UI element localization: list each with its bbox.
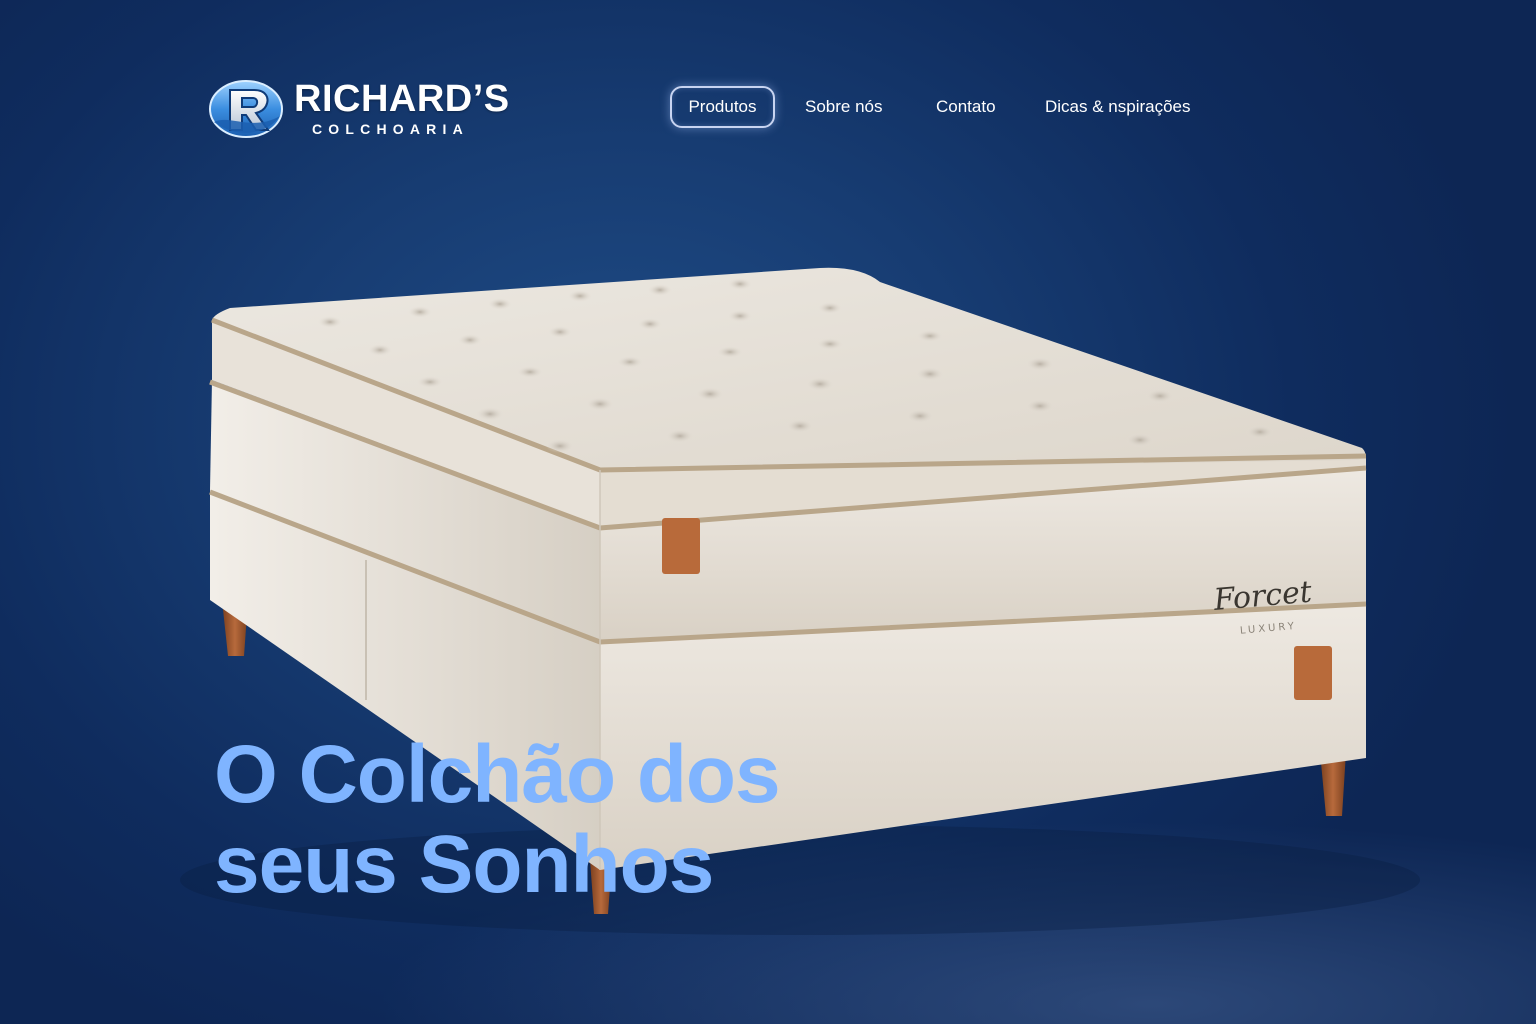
hero-headline-line2: seus Sonhos (214, 819, 714, 910)
hero-headline: O Colchão dos seus Sonhos (214, 729, 781, 910)
product-label-small: LUXURY (1240, 621, 1298, 637)
nav-item-dicas-inspiracoes[interactable]: Dicas & nspirações (1045, 86, 1191, 128)
brand-name: RICHARD’S (294, 78, 510, 120)
nav-item-contato[interactable]: Contato (936, 86, 996, 128)
brand-logo[interactable]: RICHARD’S COLCHOARIA (208, 76, 538, 146)
product-label-script: Forcet (1211, 574, 1314, 618)
nav-item-sobre-nos[interactable]: Sobre nós (805, 86, 883, 128)
r-monogram-icon (209, 80, 283, 138)
nav-item-produtos[interactable]: Produtos (670, 86, 775, 128)
hero-headline-line1: O Colchão dos (214, 729, 781, 820)
brand-subtitle: COLCHOARIA (312, 121, 469, 137)
